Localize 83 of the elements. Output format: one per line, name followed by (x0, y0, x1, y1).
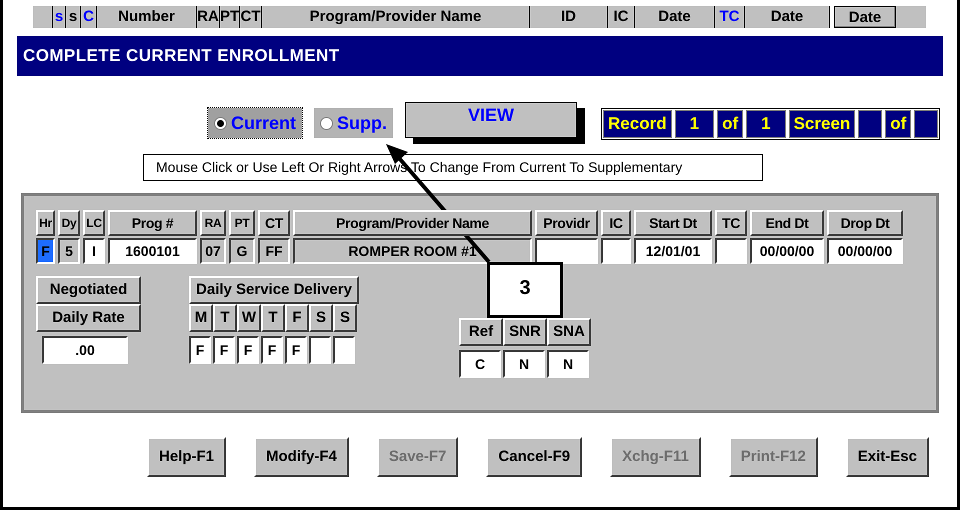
table-cell: FF (258, 238, 290, 264)
day-header: T (261, 304, 285, 332)
column-header: TC (715, 210, 747, 236)
input-field[interactable] (715, 238, 747, 264)
column-header: Date (745, 6, 830, 28)
table-cell: ROMPER ROOM #1 (293, 238, 532, 264)
column-header: Providr (535, 210, 598, 236)
input-field[interactable]: F (36, 238, 55, 264)
input-field[interactable]: F (189, 336, 211, 364)
column-header: Ref (459, 318, 503, 346)
field-label: Daily Service Delivery (189, 276, 359, 304)
column-header: Date (834, 6, 896, 28)
input-field[interactable]: 12/01/01 (634, 238, 712, 264)
column-header: CT (240, 6, 262, 28)
day-header: S (309, 304, 333, 332)
input-field[interactable]: .00 (42, 336, 128, 364)
column-header: Program/Provider Name (293, 210, 532, 236)
column-header: s (66, 6, 81, 28)
input-field[interactable]: F (237, 336, 259, 364)
column-header: Number (97, 6, 197, 28)
callout-number: 3 (487, 262, 563, 318)
column-header: Date (635, 6, 715, 28)
column-header: ID (530, 6, 608, 28)
day-header: S (333, 304, 357, 332)
column-header: IC (601, 210, 631, 236)
field-label: Daily Rate (36, 304, 141, 332)
column-header: PT (229, 210, 255, 236)
column-header: s (53, 6, 66, 28)
input-field[interactable]: 1600101 (108, 238, 197, 264)
nav-value (858, 110, 882, 138)
column-header: LC (83, 210, 105, 236)
nav-value (914, 110, 938, 138)
column-header: Start Dt (634, 210, 712, 236)
column-header: TC (715, 6, 745, 28)
column-header: CT (258, 210, 290, 236)
table-cell: 5 (58, 238, 80, 264)
action-button[interactable]: Cancel-F9 (486, 437, 582, 477)
column-header: RA (197, 6, 220, 28)
column-header: IC (608, 6, 635, 28)
column-header: Dy (58, 210, 80, 236)
nav-value: 1 (674, 110, 714, 138)
action-button[interactable]: Exit-Esc (846, 437, 929, 477)
input-field[interactable]: C (459, 350, 501, 378)
input-field[interactable]: F (285, 336, 307, 364)
column-header: End Dt (750, 210, 824, 236)
input-field[interactable]: 00/00/00 (750, 238, 824, 264)
column-header: Hr (36, 210, 55, 236)
header-filler (33, 6, 53, 28)
column-header: PT (220, 6, 240, 28)
action-button[interactable]: Modify-F4 (254, 437, 349, 477)
nav-label: Screen (788, 110, 856, 138)
input-field[interactable] (601, 238, 631, 264)
action-button[interactable]: Help-F1 (147, 437, 226, 477)
input-field[interactable] (333, 336, 355, 364)
input-field[interactable] (309, 336, 331, 364)
column-header: Program/Provider Name (262, 6, 530, 28)
table-cell: 07 (200, 238, 226, 264)
radio-option[interactable]: Supp. (314, 108, 394, 138)
field-label: Negotiated (36, 276, 141, 304)
table-cell: G (229, 238, 255, 264)
column-header: Prog # (108, 210, 197, 236)
input-field[interactable]: F (261, 336, 283, 364)
input-field[interactable]: N (503, 350, 545, 378)
input-field[interactable] (535, 238, 598, 264)
input-field[interactable]: I (83, 238, 105, 264)
input-field[interactable]: 00/00/00 (827, 238, 903, 264)
day-header: T (213, 304, 237, 332)
input-field[interactable]: N (547, 350, 589, 378)
day-header: M (189, 304, 213, 332)
window-title: COMPLETE CURRENT ENROLLMENT (23, 45, 340, 68)
nav-label: of (717, 110, 744, 138)
day-header: W (237, 304, 261, 332)
day-header: F (285, 304, 309, 332)
nav-value: 1 (746, 110, 786, 138)
nav-label: of (885, 110, 912, 138)
column-header: Drop Dt (827, 210, 903, 236)
header-filler (896, 6, 926, 28)
column-header: RA (200, 210, 226, 236)
column-header: SNA (547, 318, 591, 346)
column-header: C (81, 6, 97, 28)
input-field[interactable]: F (213, 336, 235, 364)
nav-label: Record (603, 110, 672, 138)
column-header: SNR (503, 318, 547, 346)
